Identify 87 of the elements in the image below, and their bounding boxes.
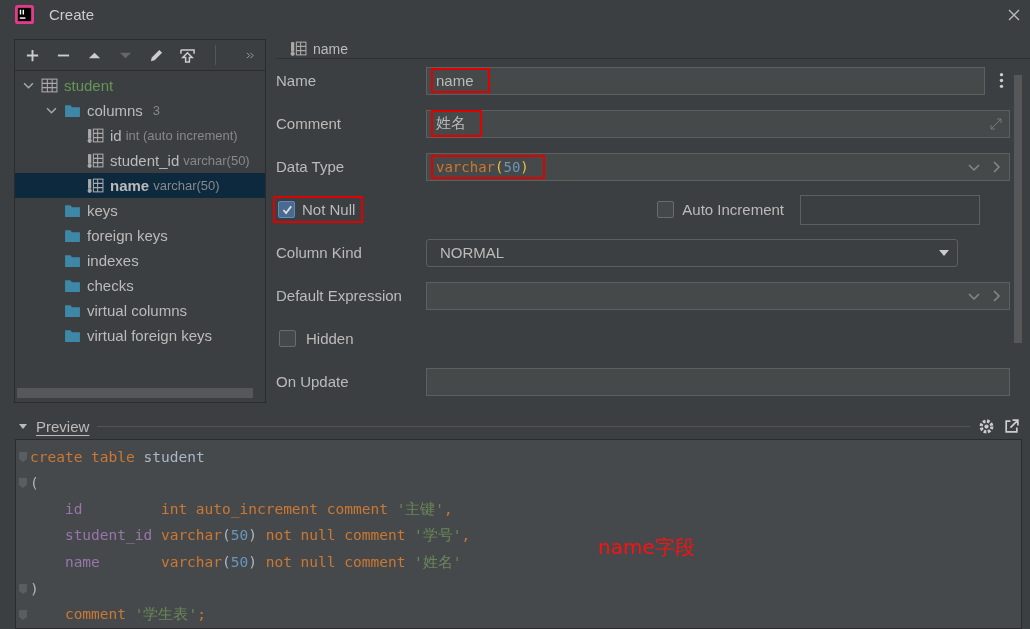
tree-label: keys bbox=[87, 202, 118, 220]
tree-item[interactable]: id int (auto increment) bbox=[15, 123, 265, 149]
column-type: varchar(50) bbox=[183, 153, 250, 169]
folder-icon bbox=[64, 202, 81, 220]
field-value: varchar(50) bbox=[431, 154, 545, 179]
code-line: ) bbox=[30, 580, 39, 597]
field-label: Default Expression bbox=[276, 287, 403, 305]
input-field[interactable] bbox=[426, 281, 1010, 310]
input-field[interactable]: NORMAL bbox=[426, 238, 958, 267]
tree-label: name bbox=[110, 177, 150, 195]
field-value: name bbox=[431, 68, 490, 94]
more-options-icon[interactable] bbox=[999, 72, 1004, 90]
tree-item[interactable]: checks bbox=[15, 273, 265, 299]
checkbox-label: Hidden bbox=[306, 330, 354, 348]
checkbox[interactable] bbox=[278, 201, 295, 219]
tree-label: checks bbox=[87, 277, 134, 295]
tree-label: foreign keys bbox=[87, 227, 168, 245]
tree-label: virtual foreign keys bbox=[87, 327, 213, 345]
tree-label: student bbox=[64, 77, 114, 95]
column-icon bbox=[290, 40, 307, 58]
tree-label: columns bbox=[87, 102, 143, 120]
column-type: int (auto increment) bbox=[125, 128, 238, 144]
pencil-icon[interactable] bbox=[149, 47, 164, 63]
annotation-text: name字段 bbox=[598, 533, 695, 561]
folder-icon bbox=[64, 277, 81, 295]
field-value: NORMAL bbox=[439, 243, 506, 264]
item-count: 3 bbox=[152, 103, 161, 119]
checkbox[interactable] bbox=[657, 201, 675, 219]
tree-item[interactable]: columns 3 bbox=[15, 98, 265, 124]
tree-item[interactable]: student_id varchar(50) bbox=[15, 148, 265, 174]
column-icon bbox=[87, 177, 104, 195]
checkbox[interactable] bbox=[279, 330, 296, 348]
column-type: varchar(50) bbox=[153, 178, 220, 194]
app-logo-icon bbox=[15, 5, 34, 25]
tree-label: student_id bbox=[110, 152, 180, 170]
folder-icon bbox=[64, 302, 81, 320]
code-line: comment '学生表'; bbox=[63, 605, 206, 625]
close-icon[interactable] bbox=[1008, 8, 1020, 21]
column-icon bbox=[87, 152, 104, 170]
folder-icon bbox=[64, 102, 81, 120]
tree-item[interactable]: name varchar(50) bbox=[15, 173, 265, 199]
field-label: Data Type bbox=[276, 158, 346, 176]
column-title: name bbox=[313, 40, 349, 57]
chevron-icon[interactable] bbox=[23, 80, 34, 92]
field-label: Name bbox=[276, 72, 317, 90]
checkbox-label: Auto Increment bbox=[682, 201, 784, 219]
tree-item[interactable]: virtual columns bbox=[15, 298, 265, 324]
tree-label: virtual columns bbox=[87, 302, 188, 320]
vertical-scrollbar[interactable] bbox=[1014, 75, 1022, 344]
field-value: 姓名 bbox=[431, 110, 482, 138]
more-icon[interactable] bbox=[246, 51, 255, 59]
code-line: create table student bbox=[30, 449, 205, 466]
tree-item[interactable]: foreign keys bbox=[15, 223, 265, 249]
upload-icon[interactable] bbox=[180, 47, 195, 63]
settings-icon[interactable] bbox=[978, 417, 995, 435]
folder-icon bbox=[64, 252, 81, 270]
code-line: student_id varchar(50) not null comment '学号', bbox=[63, 526, 471, 546]
folder-icon bbox=[64, 327, 81, 345]
tree-item[interactable]: student bbox=[15, 73, 265, 99]
chevron-icon[interactable] bbox=[46, 105, 57, 117]
table-icon bbox=[41, 77, 58, 95]
code-line: id int auto_increment comment '主键', bbox=[63, 500, 453, 520]
column-icon bbox=[87, 127, 104, 145]
input-field[interactable]: 姓名 bbox=[426, 109, 1010, 138]
horizontal-scrollbar[interactable] bbox=[17, 388, 253, 399]
input-field[interactable]: name bbox=[426, 66, 985, 95]
tree-item[interactable]: virtual foreign keys bbox=[15, 323, 265, 349]
add-icon[interactable] bbox=[25, 47, 40, 63]
tree-label: indexes bbox=[87, 252, 139, 270]
checkbox-label: Not Null bbox=[302, 201, 356, 219]
section-title[interactable]: Preview bbox=[36, 417, 90, 435]
tree-item[interactable]: keys bbox=[15, 198, 265, 224]
field-label: Column Kind bbox=[276, 244, 363, 262]
field-label: On Update bbox=[276, 373, 350, 391]
expand-icon[interactable] bbox=[989, 116, 1003, 131]
tree-item[interactable]: indexes bbox=[15, 248, 265, 274]
tree-label: id bbox=[110, 127, 122, 145]
input-field[interactable] bbox=[800, 194, 980, 225]
window-title: Create bbox=[49, 6, 95, 24]
code-line: ( bbox=[30, 475, 39, 492]
code-line: name varchar(50) not null comment '姓名' bbox=[63, 552, 462, 572]
code-editor[interactable]: create table student ( id int auto_increment comment '主键', student_id varchar(50) not null comment '学号', name varchar(50) not null comment '姓名' ) comment '学生表'; name字段 bbox=[15, 438, 1022, 629]
folder-icon bbox=[64, 227, 81, 245]
field-label: Comment bbox=[276, 115, 343, 133]
input-field[interactable]: varchar(50) bbox=[426, 152, 1010, 181]
input-field[interactable] bbox=[426, 367, 1010, 396]
open-external-icon[interactable] bbox=[1003, 417, 1020, 435]
